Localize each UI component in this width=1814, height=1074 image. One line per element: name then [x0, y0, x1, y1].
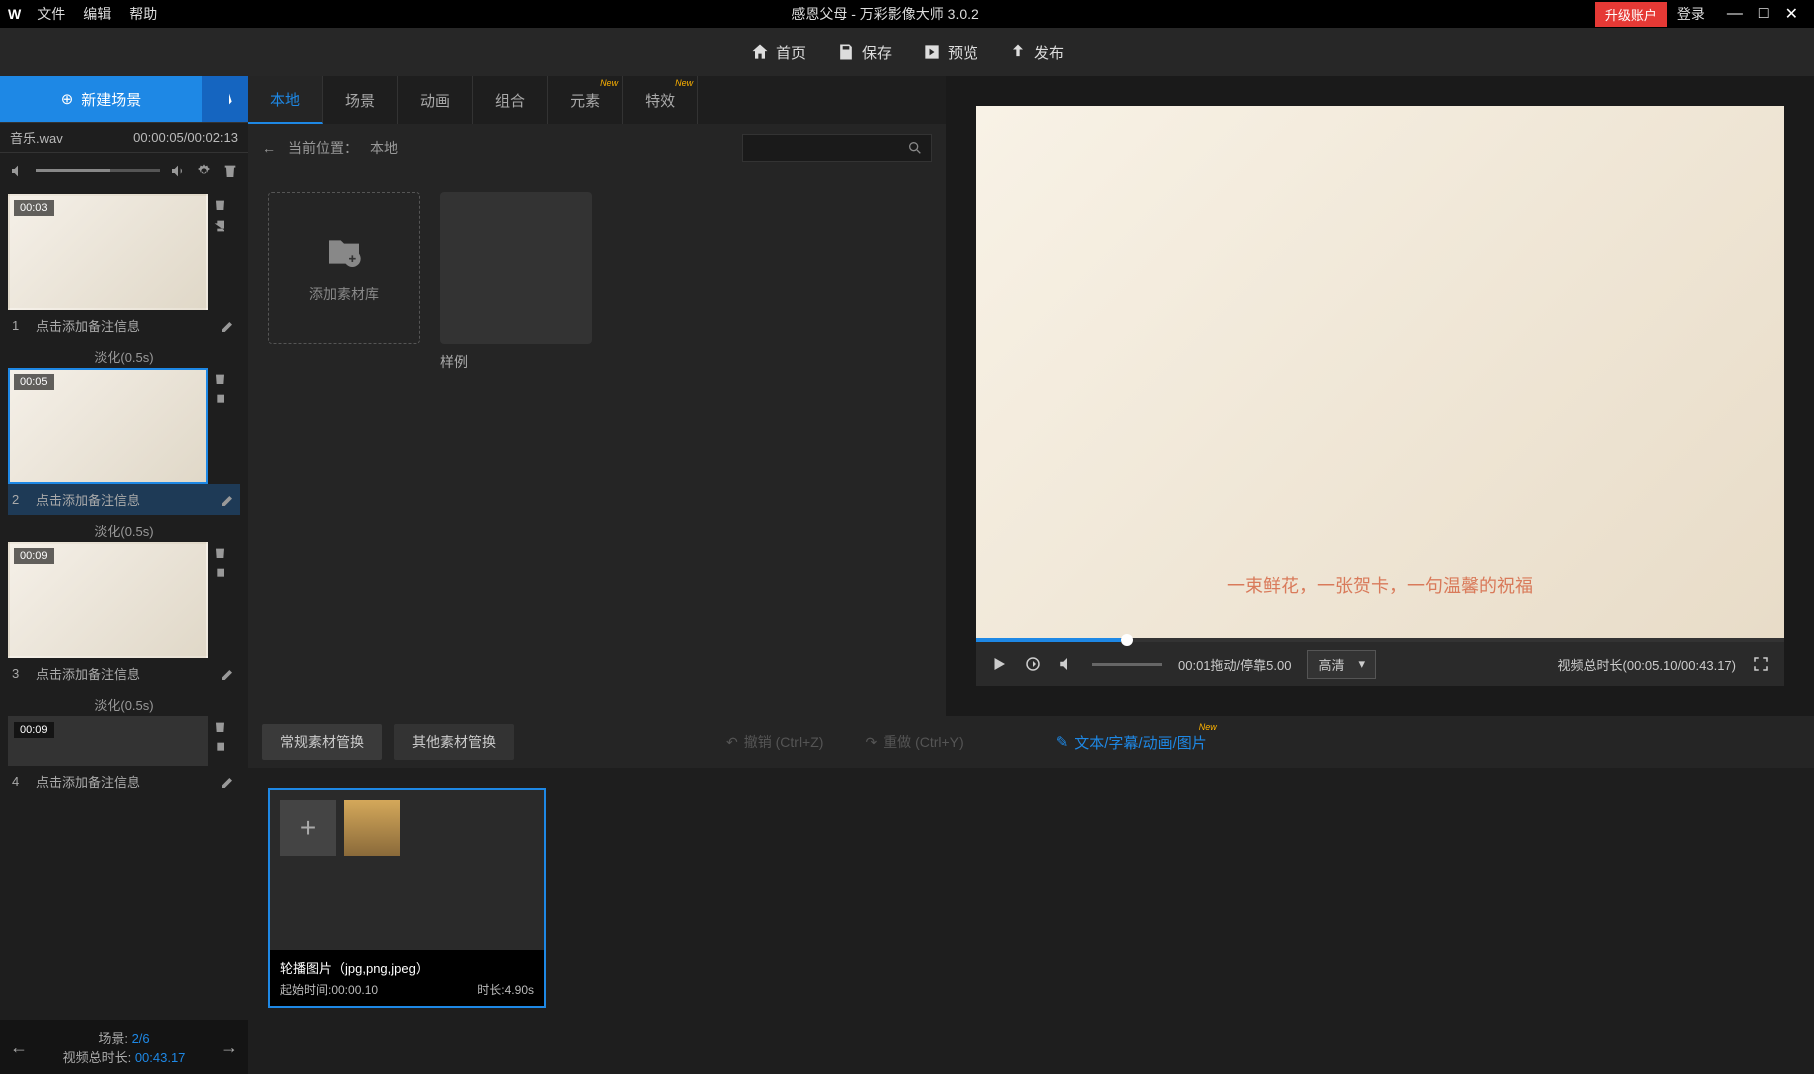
- delete-scene-icon[interactable]: [212, 544, 228, 560]
- publish-button[interactable]: 发布: [1008, 42, 1064, 63]
- scene-item[interactable]: 00:09 3点击添加备注信息: [8, 542, 240, 689]
- tab-other-replace[interactable]: 其他素材管换: [394, 724, 514, 760]
- search-icon[interactable]: [907, 140, 923, 156]
- next-scene-button[interactable]: →: [220, 1037, 238, 1058]
- delete-scene-icon[interactable]: [212, 370, 228, 386]
- main-toolbar: 首页 保存 预览 发布: [0, 28, 1814, 76]
- undo-button[interactable]: ↶ 撤销 (Ctrl+Z): [726, 732, 823, 752]
- tab-local[interactable]: 本地: [248, 76, 323, 124]
- app-logo: W: [8, 6, 21, 22]
- menu-file[interactable]: 文件: [37, 4, 65, 24]
- clip-card[interactable]: + 轮播图片（jpg,png,jpeg） 起始时间:00:00.10 时长:4.9…: [268, 788, 546, 1008]
- edit-icon[interactable]: [220, 318, 236, 334]
- close-icon[interactable]: ✕: [1785, 4, 1798, 24]
- edit-icon[interactable]: [220, 492, 236, 508]
- copy-scene-icon[interactable]: [212, 218, 228, 234]
- player-controls: 00:01拖动/停靠5.00 高清▾ 视频总时长(00:05.10/00:43.…: [976, 642, 1784, 686]
- tab-element[interactable]: 元素New: [548, 76, 623, 124]
- tab-regular-replace[interactable]: 常规素材管换: [262, 724, 382, 760]
- transition-label[interactable]: 淡化(0.5s): [8, 693, 240, 716]
- chevron-down-icon: ▾: [1358, 656, 1365, 672]
- scene-thumbnail[interactable]: 00:09: [8, 716, 208, 766]
- text-edit-button[interactable]: ✎ 文本/字幕/动画/图片New: [1056, 732, 1207, 753]
- home-button[interactable]: 首页: [750, 42, 806, 63]
- fullscreen-icon[interactable]: [1752, 655, 1770, 673]
- clip-start-time: 起始时间:00:00.10: [280, 981, 378, 998]
- scene-list: 00:03 1点击添加备注信息 淡化(0.5s) 00:05 2点击添加备注信息…: [0, 188, 248, 1020]
- scene-thumbnail[interactable]: 00:03: [8, 194, 208, 310]
- audio-controls: [0, 152, 248, 188]
- menu-edit[interactable]: 编辑: [83, 4, 111, 24]
- sidebar-footer: ← 场景: 2/6 视频总时长: 00:43.17 →: [0, 1020, 248, 1074]
- preview-button[interactable]: 预览: [922, 42, 978, 63]
- loop-icon[interactable]: [1024, 655, 1042, 673]
- quality-select[interactable]: 高清▾: [1307, 650, 1376, 679]
- clip-duration: 时长:4.90s: [477, 981, 534, 998]
- scene-thumbnail[interactable]: 00:05: [8, 368, 208, 484]
- volume-up-icon[interactable]: [170, 163, 186, 179]
- path-value: 本地: [370, 138, 398, 158]
- scene-sidebar: ⊕新建场景 音乐.wav00:00:05/00:02:13 00:03 1点击添…: [0, 76, 248, 1074]
- asset-panel: 本地 场景 动画 组合 元素New 特效New ← 当前位置： 本地 添加素材库: [248, 76, 946, 716]
- volume-icon[interactable]: [1058, 655, 1076, 673]
- menu-help[interactable]: 帮助: [129, 4, 157, 24]
- prev-scene-button[interactable]: ←: [10, 1037, 28, 1058]
- delete-scene-icon[interactable]: [212, 196, 228, 212]
- back-icon[interactable]: ←: [262, 140, 276, 156]
- preview-video[interactable]: 一束鲜花，一张贺卡，一句温馨的祝福: [976, 106, 1784, 638]
- total-time-label: 视频总时长(00:05.10/00:43.17): [1558, 655, 1736, 674]
- sort-button[interactable]: [202, 76, 248, 122]
- copy-scene-icon[interactable]: [212, 740, 228, 756]
- delete-scene-icon[interactable]: [212, 718, 228, 734]
- search-input[interactable]: [742, 134, 932, 162]
- time-display: 00:01拖动/停靠5.00: [1178, 655, 1291, 674]
- transition-label[interactable]: 淡化(0.5s): [8, 519, 240, 542]
- path-label: 当前位置：: [288, 138, 358, 158]
- copy-scene-icon[interactable]: [212, 566, 228, 582]
- preview-panel: 一束鲜花，一张贺卡，一句温馨的祝福 00:01拖动/停靠5.00 高清▾ 视频总…: [946, 76, 1814, 716]
- transition-label[interactable]: 淡化(0.5s): [8, 345, 240, 368]
- login-button[interactable]: 登录: [1677, 4, 1705, 24]
- add-library-card[interactable]: 添加素材库: [268, 192, 420, 344]
- scene-thumbnail[interactable]: 00:09: [8, 542, 208, 658]
- mute-icon[interactable]: [10, 163, 26, 179]
- maximize-icon[interactable]: □: [1759, 5, 1769, 23]
- copy-scene-icon[interactable]: [212, 392, 228, 408]
- clip-image[interactable]: [344, 800, 400, 856]
- asset-tabs: 本地 场景 动画 组合 元素New 特效New: [248, 76, 946, 124]
- edit-icon[interactable]: [220, 774, 236, 790]
- tab-effect[interactable]: 特效New: [623, 76, 698, 124]
- progress-bar[interactable]: [976, 638, 1784, 642]
- save-button[interactable]: 保存: [836, 42, 892, 63]
- tab-combo[interactable]: 组合: [473, 76, 548, 124]
- clip-title: 轮播图片（jpg,png,jpeg）: [280, 958, 534, 977]
- play-icon[interactable]: [990, 655, 1008, 673]
- scene-item[interactable]: 00:05 2点击添加备注信息: [8, 368, 240, 515]
- redo-button[interactable]: ↷ 重做 (Ctrl+Y): [865, 732, 963, 752]
- minimize-icon[interactable]: —: [1727, 5, 1743, 23]
- sample-folder-card[interactable]: 样例: [440, 192, 592, 372]
- player-volume-slider[interactable]: [1092, 663, 1162, 666]
- scene-item[interactable]: 00:03 1点击添加备注信息: [8, 194, 240, 341]
- upgrade-button[interactable]: 升级账户: [1595, 2, 1667, 27]
- trash-icon[interactable]: [222, 163, 238, 179]
- volume-slider[interactable]: [36, 169, 160, 172]
- tab-scene[interactable]: 场景: [323, 76, 398, 124]
- add-image-button[interactable]: +: [280, 800, 336, 856]
- gear-icon[interactable]: [196, 163, 212, 179]
- preview-caption: 一束鲜花，一张贺卡，一句温馨的祝福: [976, 572, 1784, 598]
- edit-icon[interactable]: [220, 666, 236, 682]
- titlebar: W 文件 编辑 帮助 感恩父母 - 万彩影像大师 3.0.2 升级账户 登录 —…: [0, 0, 1814, 28]
- window-title: 感恩父母 - 万彩影像大师 3.0.2: [175, 4, 1595, 24]
- scene-item[interactable]: 00:09 4点击添加备注信息: [8, 716, 240, 797]
- new-scene-button[interactable]: ⊕新建场景: [0, 76, 202, 122]
- tab-animation[interactable]: 动画: [398, 76, 473, 124]
- timeline-panel: 常规素材管换 其他素材管换 ↶ 撤销 (Ctrl+Z) ↷ 重做 (Ctrl+Y…: [248, 716, 1814, 1074]
- audio-info[interactable]: 音乐.wav00:00:05/00:02:13: [0, 122, 248, 152]
